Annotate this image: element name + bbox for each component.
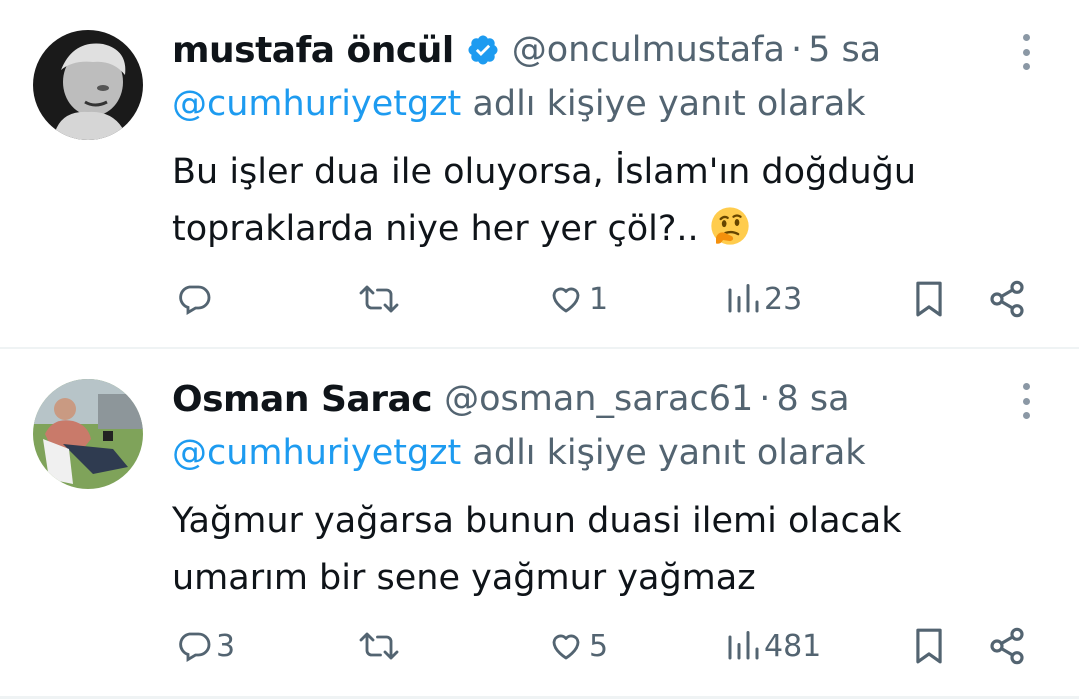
verified-badge-icon	[468, 35, 498, 65]
tweet-actions: 3 5 481	[0, 621, 1079, 671]
share-icon	[990, 280, 1024, 318]
dot-separator: ·	[790, 30, 803, 70]
reply-button[interactable]	[176, 274, 216, 324]
views-button[interactable]: 481	[724, 621, 821, 671]
share-icon	[990, 627, 1024, 665]
reply-context-label: adlı kişiye yanıt olarak	[461, 84, 866, 124]
like-count: 5	[589, 628, 609, 664]
views-icon	[728, 284, 759, 313]
reply-mention-link[interactable]: @cumhuriyetgzt	[172, 84, 461, 124]
tweet-text: Bu işler dua ile oluyorsa, İslam'ın doğd…	[172, 144, 916, 258]
like-button[interactable]: 5	[547, 621, 608, 671]
tweet-text-line: umarım bir sene yağmur yağmaz	[172, 558, 756, 598]
reply-icon	[179, 285, 211, 316]
more-options-icon[interactable]	[1019, 383, 1033, 419]
timestamp[interactable]: 5 sa	[808, 30, 881, 70]
bookmark-icon	[916, 281, 942, 317]
avatar[interactable]	[33, 30, 143, 140]
tweet-feed: mustafa öncül @onculmustafa · 5 sa @cumh…	[0, 0, 1079, 699]
reply-context: @cumhuriyetgzt adlı kişiye yanıt olarak	[172, 84, 866, 124]
retweet-icon	[359, 632, 399, 660]
reply-context-label: adlı kişiye yanıt olarak	[461, 433, 866, 473]
author-handle[interactable]: @onculmustafa	[512, 30, 785, 70]
tweet-text: Yağmur yağarsa bunun duasi ilemi olacak …	[172, 493, 902, 607]
retweet-button[interactable]	[358, 274, 404, 324]
bookmark-icon	[916, 628, 942, 664]
like-button[interactable]: 1	[547, 274, 608, 324]
reply-context: @cumhuriyetgzt adlı kişiye yanıt olarak	[172, 433, 866, 473]
retweet-button[interactable]	[358, 621, 404, 671]
bookmark-button[interactable]	[912, 274, 946, 324]
views-button[interactable]: 23	[724, 274, 802, 324]
reply-mention-link[interactable]: @cumhuriyetgzt	[172, 433, 461, 473]
author-name[interactable]: mustafa öncül	[172, 30, 454, 71]
like-count: 1	[589, 281, 609, 317]
share-button[interactable]	[987, 621, 1027, 671]
tweet-header: Osman Sarac @osman_sarac61 · 8 sa	[172, 376, 850, 422]
author-name[interactable]: Osman Sarac	[172, 379, 433, 420]
share-button[interactable]	[987, 274, 1027, 324]
like-icon	[552, 634, 580, 660]
views-icon	[728, 631, 759, 660]
reply-count: 3	[216, 628, 236, 664]
timestamp[interactable]: 8 sa	[776, 379, 849, 419]
avatar[interactable]	[33, 379, 143, 489]
reply-button[interactable]: 3	[176, 621, 235, 671]
more-options-icon[interactable]	[1019, 34, 1033, 70]
view-count: 481	[764, 628, 822, 664]
bookmark-button[interactable]	[912, 621, 946, 671]
like-icon	[552, 287, 580, 313]
tweet-text-line: Bu işler dua ile oluyorsa, İslam'ın doğd…	[172, 152, 917, 192]
tweet[interactable]: mustafa öncül @onculmustafa · 5 sa @cumh…	[0, 0, 1079, 347]
thinking-face-emoji	[711, 207, 749, 245]
tweet-text-line: Yağmur yağarsa bunun duasi ilemi olacak	[172, 501, 902, 541]
tweet-actions: 1 23	[0, 274, 1079, 324]
dot-separator: ·	[759, 379, 771, 419]
retweet-icon	[359, 285, 399, 313]
tweet[interactable]: Osman Sarac @osman_sarac61 · 8 sa @cumhu…	[0, 349, 1079, 697]
author-handle[interactable]: @osman_sarac61	[444, 379, 753, 419]
tweet-header: mustafa öncül @onculmustafa · 5 sa	[172, 27, 881, 73]
reply-icon	[179, 632, 211, 663]
tweet-text-line: topraklarda niye her yer çöl?..	[172, 201, 916, 258]
view-count: 23	[764, 281, 803, 317]
